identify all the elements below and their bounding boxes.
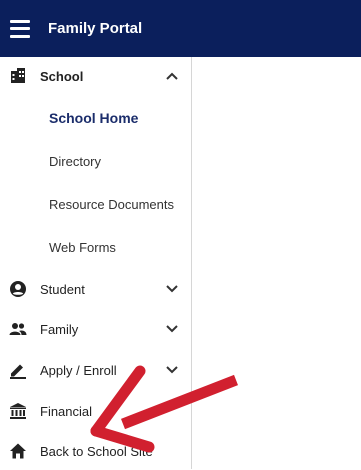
menu-icon[interactable] (10, 19, 30, 38)
sidebar-subitem-resource-documents[interactable]: Resource Documents (0, 186, 191, 222)
sidebar-item-label: Student (40, 281, 85, 297)
sidebar-item-label: Back to School Site (40, 443, 153, 459)
sidebar-subitem-web-forms[interactable]: Web Forms (0, 229, 191, 265)
sidebar-subitem-label: Web Forms (49, 239, 116, 255)
app-title: Family Portal (48, 20, 143, 37)
chevron-down-icon[interactable] (166, 366, 178, 374)
chevron-down-icon[interactable] (166, 285, 178, 293)
sidebar-item-label: Apply / Enroll (40, 362, 117, 378)
bank-icon (10, 403, 26, 419)
chevron-up-icon[interactable] (166, 72, 178, 80)
sidebar-item-label: School (40, 68, 84, 84)
sidebar-item-school[interactable]: School (0, 57, 191, 95)
account-circle-icon (10, 281, 26, 297)
sidebar-item-label: Family (40, 321, 79, 337)
chevron-down-icon[interactable] (166, 325, 178, 333)
building-icon (11, 68, 25, 83)
sidebar-item-label: Financial (40, 403, 93, 419)
sidebar-subitem-school-home[interactable]: School Home (0, 100, 191, 136)
home-icon (10, 443, 26, 459)
sidebar-item-apply-enroll[interactable]: Apply / Enroll (0, 351, 191, 389)
people-icon (9, 323, 27, 335)
sidebar-item-back-to-school-site[interactable]: Back to School Site (0, 432, 191, 470)
sidebar-item-financial[interactable]: Financial (0, 392, 191, 430)
sidebar-item-student[interactable]: Student (0, 270, 191, 308)
top-app-bar: Family Portal (0, 0, 361, 57)
sidebar-subitem-label: Resource Documents (49, 196, 174, 212)
edit-pencil-icon (10, 364, 26, 379)
sidebar-subitem-label: School Home (49, 110, 139, 126)
sidebar-subitem-label: Directory (49, 153, 102, 169)
sidebar-item-family[interactable]: Family (0, 310, 191, 348)
sidebar-subitem-directory[interactable]: Directory (0, 143, 191, 179)
sidebar-nav: School School Home Directory Resource Do… (0, 57, 192, 469)
